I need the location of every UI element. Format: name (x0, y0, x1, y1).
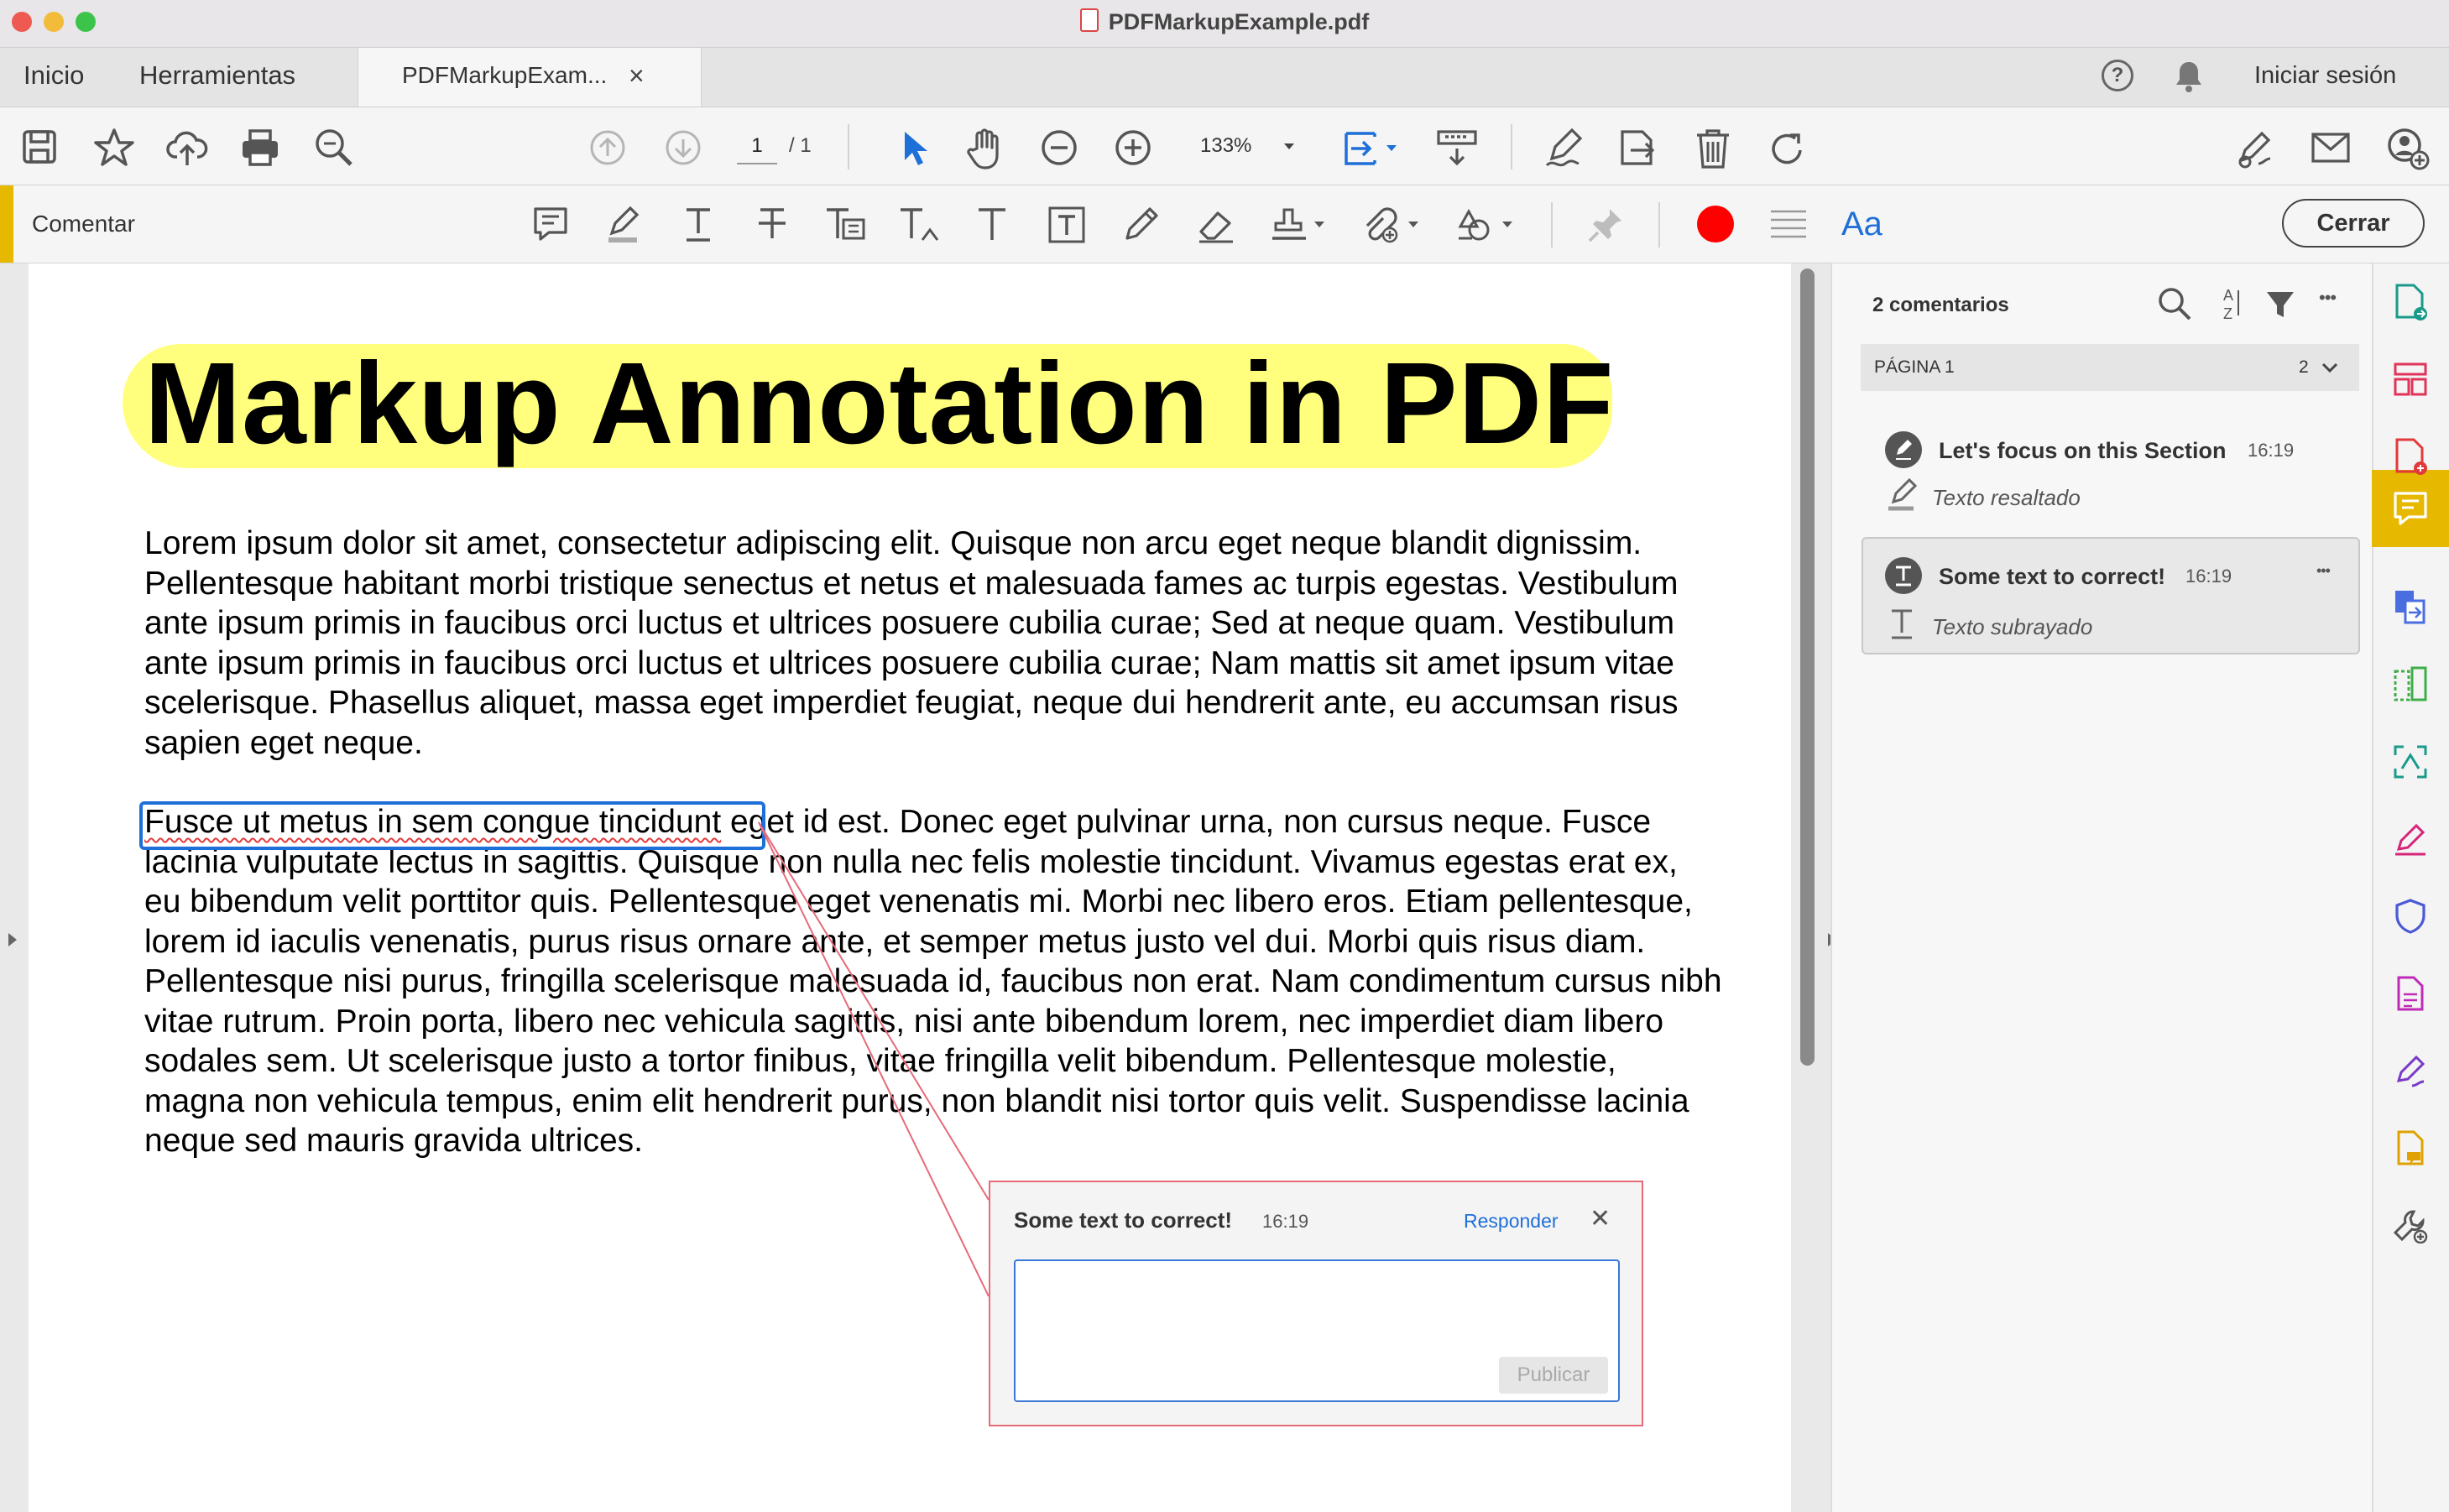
publish-button[interactable]: Publicar (1499, 1357, 1608, 1394)
svg-text:Z: Z (2223, 305, 2232, 322)
svg-text:A: A (2223, 287, 2233, 304)
sort-icon[interactable]: AZ (2218, 285, 2243, 326)
reply-link[interactable]: Responder (1464, 1210, 1559, 1233)
request-signature-icon[interactable] (2390, 1051, 2431, 1091)
comment-type: Texto resaltado (1932, 485, 2081, 510)
export-pdf-icon[interactable] (2390, 282, 2431, 322)
comments-count: 2 comentarios (1872, 294, 2009, 316)
comment-title: Some text to correct! (1939, 564, 2166, 589)
page-group-count: 2 (2299, 357, 2309, 377)
comment-popup[interactable]: Some text to correct! 16:19 Responder ✕ … (989, 1181, 1643, 1426)
edit-pdf-icon[interactable] (2390, 973, 2431, 1014)
comment-card[interactable]: Let's focus on this Section 16:19 Texto … (1863, 411, 2360, 525)
comment-card-selected[interactable]: Some text to correct! 16:19 ••• Texto su… (1862, 537, 2360, 654)
chevron-down-icon (2321, 359, 2339, 380)
protect-shield-icon[interactable] (2390, 896, 2431, 936)
search-icon[interactable] (2156, 285, 2193, 326)
page-group-header[interactable]: PÁGINA 1 2 (1861, 344, 2359, 391)
combine-files-icon[interactable] (2390, 587, 2431, 628)
create-pdf-icon[interactable] (2390, 436, 2431, 477)
comment-type: Texto subrayado (1932, 614, 2093, 639)
highlight-avatar-icon (1885, 431, 1922, 468)
popup-title: Some text to correct! (1014, 1207, 1233, 1233)
underline-avatar-icon (1885, 557, 1922, 594)
comment-title: Let's focus on this Section (1939, 438, 2227, 463)
filter-icon[interactable] (2264, 287, 2297, 325)
send-review-icon[interactable] (2390, 1128, 2431, 1168)
comment-time: 16:19 (2248, 440, 2295, 461)
fill-sign-rail-icon[interactable] (2390, 819, 2431, 859)
comment-tool-icon[interactable] (2390, 488, 2431, 529)
popup-close-icon[interactable]: ✕ (1590, 1204, 1611, 1233)
more-tools-icon[interactable] (2390, 1205, 2431, 1245)
highlight-pen-icon (1885, 477, 1922, 518)
popup-time: 16:19 (1262, 1211, 1309, 1232)
compare-files-icon[interactable] (2390, 665, 2431, 705)
underline-text-icon (1887, 607, 1917, 645)
comment-more-icon[interactable]: ••• (2316, 562, 2331, 580)
scan-ocr-icon[interactable] (2390, 742, 2431, 782)
more-options-icon[interactable]: ••• (2319, 287, 2337, 309)
comment-time: 16:19 (2185, 566, 2232, 587)
page-group-label: PÁGINA 1 (1874, 357, 1955, 377)
organize-pages-icon[interactable] (2390, 359, 2431, 399)
